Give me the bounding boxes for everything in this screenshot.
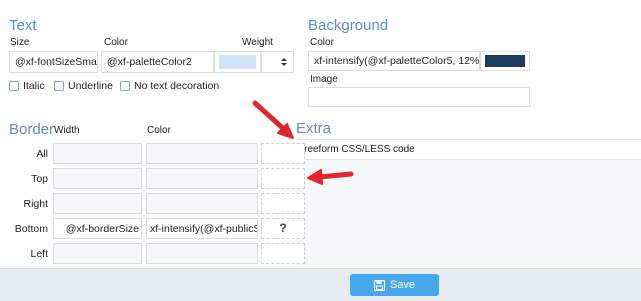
border-bottom-swatch[interactable]: ? — [261, 218, 305, 239]
border-left-swatch[interactable] — [261, 243, 305, 264]
extra-section-title: Extra — [296, 120, 332, 137]
border-right-width-input[interactable] — [53, 193, 142, 214]
border-bottom-color-input[interactable]: xf-intensify(@xf-publicSta — [146, 218, 258, 239]
red-arrow-icon-upper — [252, 100, 294, 139]
background-image-input[interactable] — [308, 87, 530, 107]
border-bottom-width-input[interactable]: @xf-borderSize — [53, 218, 142, 239]
weight-select[interactable] — [261, 51, 294, 73]
weight-label: Weight — [242, 37, 273, 48]
form-footer — [0, 268, 641, 301]
border-row-label-bottom: Bottom — [14, 223, 48, 235]
border-color-label: Color — [147, 125, 171, 136]
border-row-label-right: Right — [23, 198, 48, 210]
border-top-color-input[interactable] — [146, 168, 258, 189]
background-section-title: Background — [308, 17, 389, 34]
save-button-label: Save — [389, 279, 416, 291]
text-section-title: Text — [9, 17, 37, 34]
border-all-color-input[interactable] — [146, 143, 258, 164]
underline-label: Underline — [68, 80, 113, 92]
background-color-label: Color — [310, 37, 334, 48]
image-label: Image — [310, 74, 338, 85]
size-label: Size — [10, 37, 30, 48]
select-arrows-icon — [281, 58, 287, 66]
border-all-swatch[interactable] — [261, 143, 305, 164]
border-all-width-input[interactable] — [53, 143, 142, 164]
border-row-label-top: Top — [31, 173, 48, 185]
border-row-label-left: Left — [30, 248, 48, 260]
italic-label: Italic — [23, 80, 45, 92]
background-color-swatch — [485, 55, 525, 67]
text-color-swatch-cell[interactable] — [214, 51, 261, 73]
border-width-label: Width — [54, 125, 80, 136]
underline-checkbox[interactable] — [54, 81, 64, 91]
background-color-swatch-cell[interactable] — [480, 51, 530, 71]
text-color-input[interactable]: @xf-paletteColor2 — [101, 51, 214, 73]
font-size-input[interactable]: @xf-fontSizeSmall — [9, 51, 98, 73]
text-color-swatch — [219, 55, 256, 69]
background-color-input[interactable]: xf-intensify(@xf-paletteColor5, 12%) — [308, 51, 480, 71]
border-left-width-input[interactable] — [53, 243, 142, 264]
no-text-decoration-checkbox[interactable] — [120, 81, 130, 91]
border-section-title: Border — [9, 121, 55, 138]
italic-checkbox[interactable] — [9, 81, 19, 91]
border-right-swatch[interactable] — [261, 193, 305, 214]
border-top-width-input[interactable] — [53, 168, 142, 189]
save-icon — [373, 279, 385, 291]
text-color-label: Color — [104, 37, 128, 48]
freeform-css-label: Freeform CSS/LESS code — [298, 144, 415, 155]
unknown-color-icon: ? — [279, 221, 287, 235]
border-right-color-input[interactable] — [146, 193, 258, 214]
save-button[interactable]: Save — [350, 274, 439, 296]
no-text-decoration-label: No text decoration — [134, 80, 220, 92]
border-left-color-input[interactable] — [146, 243, 258, 264]
border-row-label-all: All — [36, 148, 48, 160]
border-top-swatch[interactable] — [261, 168, 305, 189]
